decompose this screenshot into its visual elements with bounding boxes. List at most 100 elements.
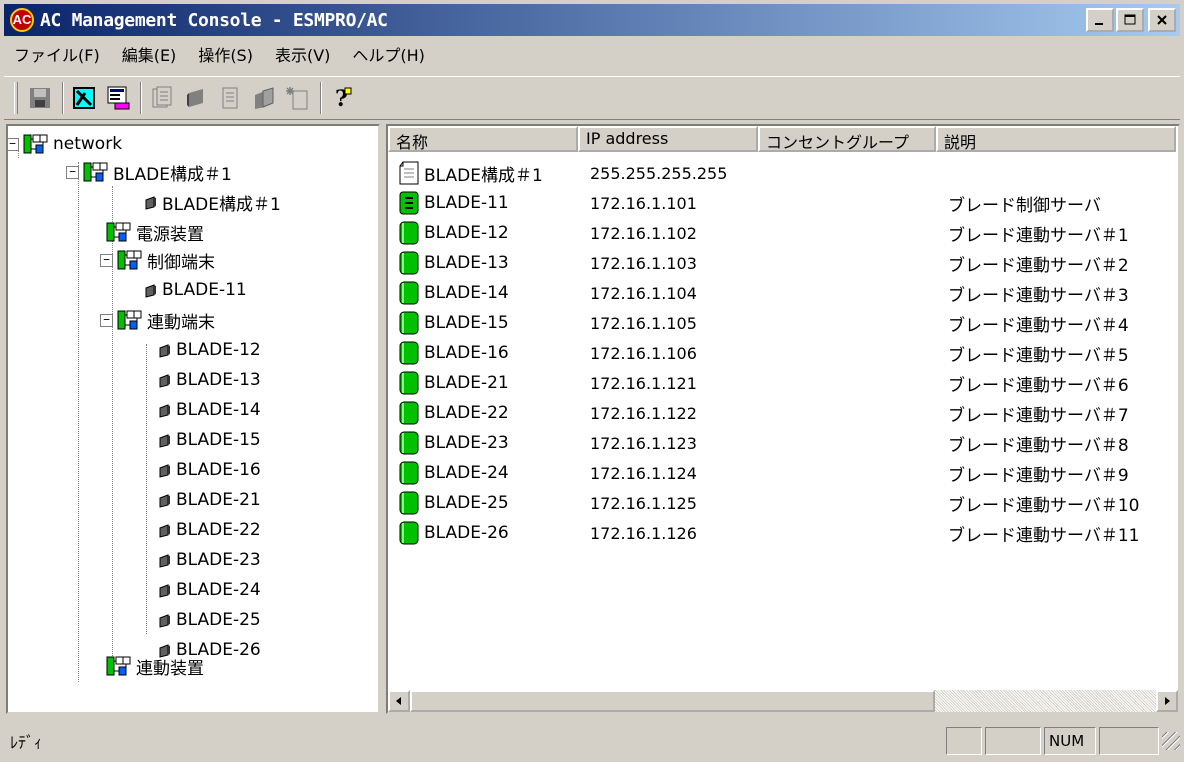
list-row[interactable]: BLADE-11 172.16.1.101 ブレード制御サーバ <box>388 188 1176 218</box>
control-server-icon <box>399 191 419 215</box>
cell-name: BLADE-21 <box>388 371 578 395</box>
column-header-outlet-group[interactable]: コンセントグループ <box>758 126 936 152</box>
minimize-button[interactable] <box>1086 8 1114 32</box>
list-row[interactable]: BLADE-14 172.16.1.104 ブレード連動サーバ＃3 <box>388 278 1176 308</box>
server-icon <box>399 371 419 395</box>
tree-node-blade-16[interactable]: BLADE-16 <box>158 456 261 484</box>
list-row[interactable]: BLADE構成＃1 255.255.255.255 <box>388 158 1176 188</box>
column-header-ip[interactable]: IP address <box>578 126 758 152</box>
list-row[interactable]: BLADE-21 172.16.1.121 ブレード連動サーバ＃6 <box>388 368 1176 398</box>
pages-icon <box>255 87 274 109</box>
tree-node-blade-config-server[interactable]: BLADE構成＃1 <box>144 188 281 216</box>
server-icon <box>399 251 419 275</box>
document-icon <box>399 161 419 185</box>
column-header-name[interactable]: 名称 <box>388 126 578 152</box>
row-name: BLADE-21 <box>424 373 509 393</box>
list-row[interactable]: BLADE-23 172.16.1.123 ブレード連動サーバ＃8 <box>388 428 1176 458</box>
server-node-icon <box>159 464 170 478</box>
list-pane[interactable]: 名称 IP address コンセントグループ 説明 BLADE構成＃1 255.… <box>386 124 1180 714</box>
cell-description: ブレード連動サーバ＃10 <box>948 495 1140 516</box>
tree-node-blade-23[interactable]: BLADE-23 <box>158 546 261 574</box>
tree-node-network[interactable]: − network <box>8 130 122 158</box>
menu-operation[interactable]: 操作(S) <box>188 42 265 66</box>
collapse-toggle-icon[interactable]: − <box>100 313 113 327</box>
maximize-button[interactable] <box>1116 8 1144 32</box>
tree-node-blade-14[interactable]: BLADE-14 <box>158 396 261 424</box>
list-row[interactable]: BLADE-12 172.16.1.102 ブレード連動サーバ＃1 <box>388 218 1176 248</box>
pages-button[interactable] <box>248 82 280 114</box>
copy-page-button[interactable] <box>146 82 178 114</box>
network-map-button[interactable] <box>68 82 100 114</box>
power-button[interactable] <box>180 82 212 114</box>
cell-description: ブレード連動サーバ＃1 <box>948 225 1129 246</box>
tree-node-power-unit[interactable]: 電源装置 <box>106 218 204 246</box>
tree-node-blade-12[interactable]: BLADE-12 <box>158 336 261 364</box>
list-row[interactable]: BLADE-24 172.16.1.124 ブレード連動サーバ＃9 <box>388 458 1176 488</box>
scroll-thumb[interactable] <box>410 690 935 712</box>
minimize-icon <box>1095 23 1103 25</box>
close-button[interactable] <box>1148 8 1176 32</box>
tree-node-blade-22[interactable]: BLADE-22 <box>158 516 261 544</box>
cell-ip-address: 172.16.1.101 <box>590 193 697 213</box>
cell-name: BLADE-24 <box>388 461 578 485</box>
tree-node-blade-24[interactable]: BLADE-24 <box>158 576 261 604</box>
list-row[interactable]: BLADE-16 172.16.1.106 ブレード連動サーバ＃5 <box>388 338 1176 368</box>
row-name: BLADE-24 <box>424 463 509 483</box>
tree-node-blade-config[interactable]: − BLADE構成＃1 <box>66 158 232 186</box>
tree-pane[interactable]: − network − BLADE構成＃1 BLADE構成＃1 電源装置 − 制御端末 BLAD… <box>6 124 380 714</box>
tree-node-linked-terminal[interactable]: − 連動端末 <box>100 306 215 334</box>
server-icon <box>399 221 419 245</box>
tree-node-blade-21[interactable]: BLADE-21 <box>158 486 261 514</box>
server-node-icon <box>159 344 170 358</box>
scroll-left-button[interactable] <box>388 690 410 712</box>
server-icon <box>399 461 419 485</box>
cell-description: ブレード連動サーバ＃3 <box>948 285 1129 306</box>
page-button[interactable] <box>214 82 246 114</box>
tree-node-blade-15[interactable]: BLADE-15 <box>158 426 261 454</box>
tree-node-control-terminal[interactable]: − 制御端末 <box>100 246 215 274</box>
status-panel-num: NUM <box>1044 727 1096 755</box>
row-name: BLADE-25 <box>424 493 509 513</box>
row-name: BLADE-22 <box>424 403 509 423</box>
list-header: 名称 IP address コンセントグループ 説明 <box>388 126 1176 152</box>
scroll-right-button[interactable] <box>1156 690 1178 712</box>
collapse-toggle-icon[interactable]: − <box>66 165 79 179</box>
menu-view[interactable]: 表示(V) <box>265 42 342 66</box>
save-button[interactable] <box>24 82 56 114</box>
list-row[interactable]: BLADE-22 172.16.1.122 ブレード連動サーバ＃7 <box>388 398 1176 428</box>
tree-node-blade-25[interactable]: BLADE-25 <box>158 606 261 634</box>
horizontal-scrollbar[interactable] <box>388 690 1178 712</box>
menu-edit[interactable]: 編集(E) <box>112 42 189 66</box>
column-header-description[interactable]: 説明 <box>936 126 1176 152</box>
menu-file[interactable]: ファイル(F) <box>4 42 112 66</box>
cell-description: ブレード連動サーバ＃7 <box>948 405 1129 426</box>
tree-node-blade-11[interactable]: BLADE-11 <box>144 276 247 304</box>
toolbar-grip[interactable] <box>14 82 18 114</box>
row-name: BLADE-14 <box>424 283 509 303</box>
cell-name: BLADE-11 <box>388 191 578 215</box>
list-row[interactable]: BLADE-15 172.16.1.105 ブレード連動サーバ＃4 <box>388 308 1176 338</box>
server-icon <box>399 281 419 305</box>
list-row[interactable]: BLADE-26 172.16.1.126 ブレード連動サーバ＃11 <box>388 518 1176 548</box>
resize-grip-icon[interactable] <box>1162 732 1180 750</box>
properties-button[interactable] <box>102 82 134 114</box>
server-node-icon <box>159 434 170 448</box>
scroll-track[interactable] <box>935 690 1156 712</box>
tree-node-blade-13[interactable]: BLADE-13 <box>158 366 261 394</box>
help-button[interactable]: ? <box>326 82 358 114</box>
menu-help[interactable]: ヘルプ(H) <box>342 42 437 66</box>
arrow-left-icon <box>396 697 401 705</box>
list-row[interactable]: BLADE-25 172.16.1.125 ブレード連動サーバ＃10 <box>388 488 1176 518</box>
server-node-icon <box>145 196 156 210</box>
status-panel-caps <box>946 727 982 755</box>
collapse-toggle-icon[interactable]: − <box>8 137 19 151</box>
cell-name: BLADE構成＃1 <box>388 161 578 186</box>
list-row[interactable]: BLADE-13 172.16.1.103 ブレード連動サーバ＃2 <box>388 248 1176 278</box>
tree-node-linked-device[interactable]: 連動装置 <box>106 652 204 680</box>
title-bar[interactable]: AC AC Management Console - ESMPRO/AC <box>4 4 1180 36</box>
collapse-toggle-icon[interactable]: − <box>100 253 113 267</box>
row-name: BLADE-15 <box>424 313 509 333</box>
new-page-button[interactable] <box>282 82 314 114</box>
properties-icon <box>107 86 130 110</box>
tree-node-label: 連動装置 <box>136 658 204 679</box>
